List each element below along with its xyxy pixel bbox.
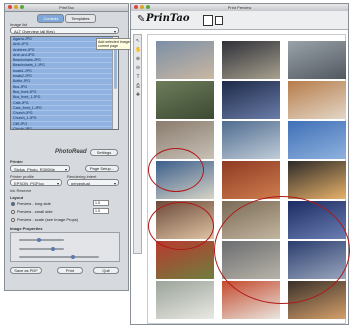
photo-mountain[interactable] — [156, 281, 214, 319]
slider-track[interactable] — [19, 248, 64, 250]
preview-tool-icon[interactable]: ⊕ — [135, 56, 141, 62]
photo-flowers[interactable] — [156, 241, 214, 279]
slider-knob[interactable] — [51, 247, 55, 251]
page-small-icon[interactable] — [215, 16, 223, 25]
save-as-pdf-button[interactable]: Save as PDF — [10, 267, 42, 274]
slider-knob[interactable] — [71, 255, 75, 259]
photo-glasses[interactable] — [156, 201, 214, 239]
preview-tool-icon[interactable]: ✚ — [135, 92, 141, 98]
photo-red-rock[interactable] — [222, 161, 280, 199]
layout-section-label: Layout — [10, 195, 24, 200]
page-setup-button[interactable]: Page Setup... — [85, 165, 119, 172]
preview-tool-icon[interactable]: ↖ — [135, 38, 141, 44]
controls-window-title: PrintTao — [59, 5, 74, 10]
photo-arch-street[interactable] — [288, 281, 346, 319]
layout-option-label: Preview - scale (see Image Props) — [17, 217, 79, 222]
preview-window-title: Print Preview — [227, 5, 252, 10]
photo-coast[interactable] — [156, 41, 214, 79]
print-preview-window: Print Preview ✎ PrinTao ↖ ✋ ⊕ ⊖ T ⎙ ✚ — [130, 3, 349, 325]
photo-sailboat[interactable] — [156, 161, 214, 199]
photo-bus[interactable] — [222, 281, 280, 319]
settings-button[interactable]: Settings — [90, 149, 118, 156]
photo-interior[interactable] — [222, 41, 280, 79]
layout-option-scale[interactable]: Preview - scale (see Image Props) — [11, 217, 78, 222]
file-list-item[interactable]: Cloudy.JPG — [11, 127, 118, 129]
image-list-select[interactable]: ALT Overview (all files) — [10, 27, 119, 34]
preview-page[interactable] — [147, 34, 346, 324]
file-list[interactable]: Agarra.JPG Arch.JPG Archtree.JPG Arch ard.J… — [10, 36, 119, 130]
printer-select[interactable]: Stylus_Photo_R300Me — [10, 165, 70, 172]
photo-ruin[interactable] — [156, 121, 214, 159]
photo-harbor-night[interactable] — [222, 81, 280, 119]
radio-icon — [11, 217, 15, 222]
print-button[interactable]: Print — [57, 267, 83, 274]
small-side-field[interactable]: 1.5 — [93, 208, 109, 214]
file-list-scrollbar[interactable] — [112, 37, 118, 129]
photoread-logo: PhotoRead — [55, 149, 87, 155]
vertical-toolbar: ↖ ✋ ⊕ ⊖ T ⎙ ✚ — [133, 34, 142, 254]
layout-option-label: Preview - small side — [17, 209, 53, 214]
layout-option-small-side[interactable]: Preview - small side — [11, 209, 53, 214]
photo-lighthouse[interactable] — [222, 121, 280, 159]
slider-track[interactable] — [19, 239, 64, 241]
tab-templates[interactable]: Templates — [65, 14, 96, 23]
photo-street[interactable] — [222, 241, 280, 279]
page-portrait-icon[interactable] — [203, 15, 213, 26]
photo-arch[interactable] — [288, 161, 346, 199]
layout-option-long-side[interactable]: Preview - long side — [11, 201, 51, 206]
preview-tool-icon[interactable]: ⊖ — [135, 65, 141, 71]
photo-trees[interactable] — [156, 81, 214, 119]
photo-sky[interactable] — [288, 121, 346, 159]
preview-tool-icon[interactable]: T — [135, 74, 141, 80]
quit-button[interactable]: Quit — [93, 267, 119, 274]
layout-option-label: Preview - long side — [17, 201, 51, 206]
photo-balcony[interactable] — [288, 81, 346, 119]
image-properties-panel — [10, 232, 120, 262]
photo-statue[interactable] — [288, 41, 346, 79]
radio-selected-icon — [11, 201, 15, 206]
slider-track[interactable] — [19, 256, 99, 258]
long-side-field[interactable]: 1.5 — [93, 200, 109, 206]
preview-tool-icon[interactable]: ✋ — [135, 47, 141, 53]
printao-brand: PrinTao — [146, 13, 190, 24]
printer-section-label: Printer — [10, 159, 23, 164]
ink-reserve-label: Ink Reserve — [10, 188, 32, 193]
photo-bus-night[interactable] — [288, 201, 346, 239]
preview-toolbar: ✎ PrinTao — [131, 11, 348, 30]
tab-controls[interactable]: Controls — [37, 14, 65, 23]
image-properties-label: Image Properties — [10, 226, 43, 231]
printao-logo-icon: ✎ — [137, 14, 146, 25]
radio-icon — [11, 209, 15, 214]
preview-tool-icon[interactable]: ⎙ — [135, 83, 141, 89]
photo-car[interactable] — [288, 241, 346, 279]
photo-church[interactable] — [222, 201, 280, 239]
rendering-intent-select[interactable]: perceptual — [67, 179, 119, 186]
controls-titlebar: PrintTao — [5, 4, 128, 12]
slider-knob[interactable] — [37, 238, 41, 242]
printer-profile-select[interactable]: EPSON_PGP.icc — [10, 179, 62, 186]
